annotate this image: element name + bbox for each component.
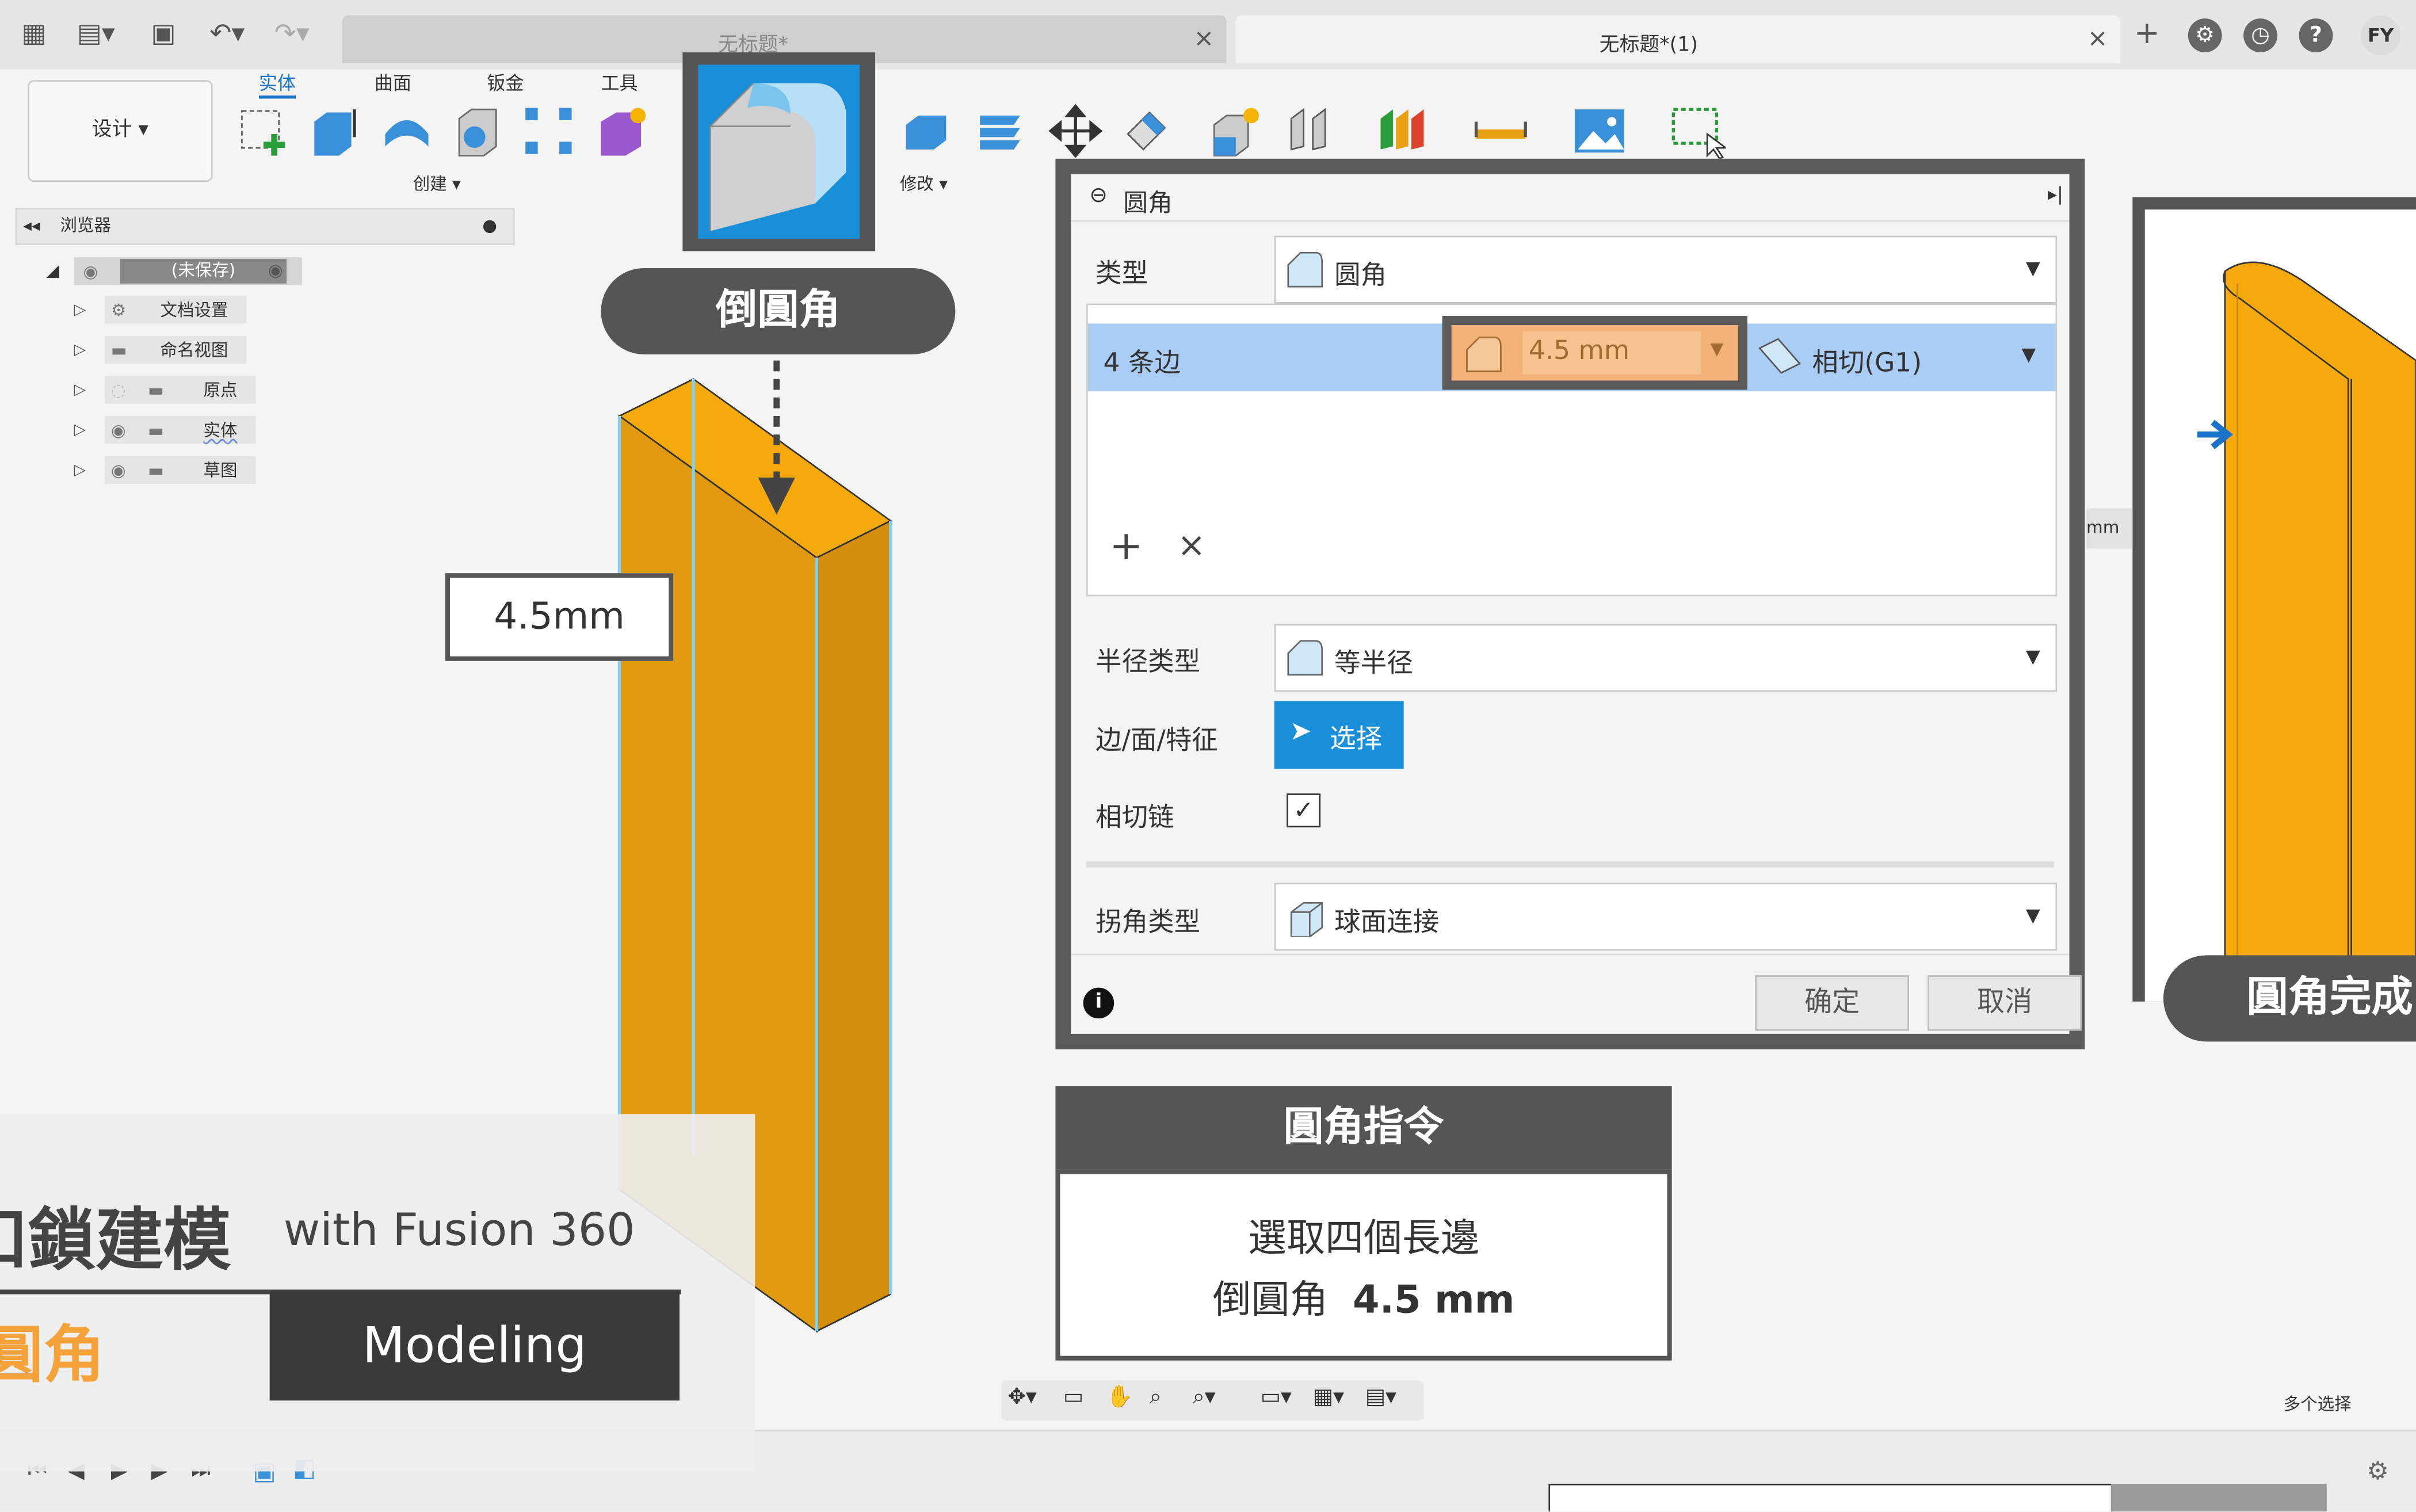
chevron-down-icon: ▼ (2025, 646, 2040, 667)
edges-faces-label: 边/面/特征 (1096, 726, 1218, 757)
fillet-dialog: ⊖ 圆角 ▸| 类型 圆角 ▼ 4 条边 4.5 mm ▼ 相切(G1) ▼ +… (1055, 158, 2085, 1049)
tangent-chain-label: 相切链 (1096, 803, 1174, 834)
radius-type-label: 半径类型 (1096, 647, 1201, 678)
constant-radius-icon (1287, 640, 1323, 676)
chevron-down-icon: ▼ (2025, 257, 2040, 279)
fillet-type-icon (1287, 251, 1323, 288)
series-title: 扣鎖建模 (0, 1201, 231, 1281)
command-line-2-value: 4.5 mm (1353, 1277, 1515, 1322)
multi-select-label: 多个选择 (2283, 1394, 2352, 1415)
select-button[interactable]: ➤ 选择 (1274, 701, 1404, 769)
fillet-result-preview (2132, 197, 2416, 1002)
expand-dialog-icon[interactable]: ▸| (2048, 184, 2063, 205)
radius-value: 4.5 mm (1528, 335, 1630, 367)
dialog-title: 圆角 (1123, 188, 1173, 217)
add-icon[interactable]: + (1109, 524, 1143, 570)
fit-icon[interactable]: ⌕▾ (1193, 1385, 1216, 1410)
type-value: 圆角 (1334, 260, 1387, 292)
tangent-icon (1758, 338, 1801, 374)
corner-type-value: 球面连接 (1334, 907, 1440, 938)
grid-settings-icon[interactable]: ▦▾ (1313, 1385, 1344, 1410)
setback-corner-icon (1290, 902, 1323, 937)
chevron-down-icon[interactable]: ▼ (1711, 339, 1724, 359)
chevron-down-icon[interactable]: ▼ (2022, 343, 2036, 365)
status-progress (2110, 1483, 2327, 1512)
fillet-callout: 倒圓角 (601, 268, 956, 354)
dialog-header: ⊖ 圆角 ▸| (1071, 174, 2070, 222)
viewports-icon[interactable]: ▤▾ (1365, 1385, 1396, 1410)
fillet-done-callout: 圓角完成 (2163, 955, 2416, 1042)
type-label: 类型 (1096, 258, 1148, 290)
chevron-down-icon: ▼ (2025, 904, 2040, 926)
lesson-title-card: 扣鎖建模 with Fusion 360 圓角 Modeling (0, 1114, 755, 1472)
dimension-label: 4.5mm (445, 573, 674, 661)
type-select[interactable]: 圆角 ▼ (1274, 235, 2058, 304)
pan-icon[interactable]: ✋ (1106, 1385, 1133, 1410)
status-field (1548, 1483, 2113, 1512)
command-body: 選取四個長邊 倒圓角 4.5 mm (1055, 1169, 1672, 1361)
rounded-body-preview (2197, 261, 2416, 1002)
command-info-box: 圓角指令 選取四個長邊 倒圓角 4.5 mm (1055, 1086, 1672, 1361)
command-line-2: 倒圓角 4.5 mm (1060, 1270, 1667, 1325)
topic-title: 圓角 (0, 1320, 105, 1392)
series-subtitle: with Fusion 360 (283, 1203, 635, 1256)
fusion360-window: ▦ ▤▾ ▣ ↶▾ ↷▾ 无标题* × 无标题*(1) × + ⚙ ◷ ? FY… (0, 0, 2416, 1512)
command-line-2-prefix: 倒圓角 (1212, 1277, 1329, 1322)
cancel-button[interactable]: 取消 (1928, 975, 2082, 1031)
remove-icon[interactable]: × (1177, 527, 1205, 566)
divider (1086, 861, 2054, 868)
corner-type-select[interactable]: 球面连接 ▼ (1274, 883, 2058, 951)
collapse-dialog-icon[interactable]: ⊖ (1089, 184, 1107, 208)
navigation-bar: ✥▾ ▭ ✋ ⌕ ⌕▾ ▭▾ ▦▾ ▤▾ (1001, 1380, 1424, 1421)
corner-type-label: 拐角类型 (1096, 907, 1201, 938)
radius-field-highlight: 4.5 mm ▼ (1442, 315, 1747, 390)
zoom-icon[interactable]: ⌕ (1150, 1385, 1162, 1410)
radius-input[interactable]: 4.5 mm (1522, 331, 1701, 375)
radius-type-select[interactable]: 等半径 ▼ (1274, 624, 2058, 692)
command-line-1: 選取四個長邊 (1248, 1215, 1479, 1261)
fillet-dialog-body: ⊖ 圆角 ▸| 类型 圆角 ▼ 4 条边 4.5 mm ▼ 相切(G1) ▼ +… (1071, 174, 2082, 1034)
command-title: 圓角指令 (1055, 1086, 1672, 1170)
radius-field[interactable]: 4.5 mm ▼ (1451, 325, 1738, 381)
body-side-face (816, 519, 892, 1332)
info-icon[interactable]: i (1083, 987, 1115, 1019)
edge-count: 4 条边 (1103, 348, 1181, 379)
edge-set-list: 4 条边 4.5 mm ▼ 相切(G1) ▼ + × (1086, 303, 2058, 597)
continuity-value: 相切(G1) (1812, 348, 1922, 379)
tangent-chain-checkbox[interactable]: ✓ (1287, 793, 1321, 828)
radius-type-value: 等半径 (1334, 648, 1413, 679)
look-at-icon[interactable]: ▭ (1063, 1385, 1083, 1410)
ok-button[interactable]: 确定 (1755, 975, 1910, 1031)
orbit-icon[interactable]: ✥▾ (1007, 1385, 1036, 1410)
display-settings-icon[interactable]: ▭▾ (1261, 1385, 1292, 1410)
select-button-label: 选择 (1330, 724, 1383, 755)
modeling-badge: Modeling (269, 1291, 680, 1401)
settings-gear-icon[interactable]: ⚙ (2367, 1456, 2388, 1486)
preview-canvas (2144, 209, 2416, 1002)
divider (1071, 953, 2070, 956)
fillet-radius-icon (1466, 337, 1502, 372)
cursor-arrow-icon: ➤ (1289, 716, 1312, 747)
edge-set-row[interactable]: 4 条边 4.5 mm ▼ 相切(G1) ▼ (1087, 315, 2056, 392)
side-unit-label: mm (2086, 508, 2133, 549)
